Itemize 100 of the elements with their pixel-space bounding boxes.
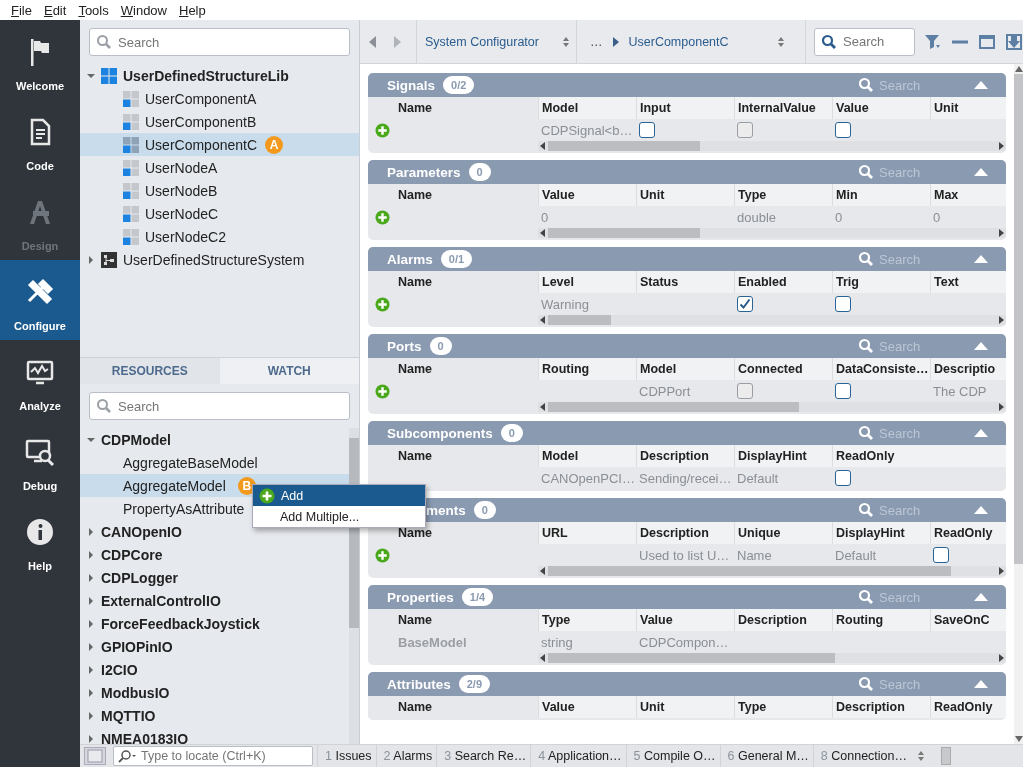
scroll-up-icon[interactable] — [1014, 66, 1023, 72]
column-header[interactable]: SaveOnC — [930, 609, 1006, 631]
collapsed-arrow-icon[interactable] — [87, 734, 95, 743]
collapsed-arrow-icon[interactable] — [87, 255, 95, 264]
tree-item[interactable]: UserNodeA — [80, 156, 359, 179]
scrollbar[interactable] — [538, 141, 1006, 151]
collapsed-arrow-icon[interactable] — [87, 642, 95, 651]
column-header[interactable]: Description — [832, 696, 930, 718]
collapsed-arrow-icon[interactable] — [87, 527, 95, 536]
scroll-right-icon[interactable] — [998, 567, 1004, 575]
column-header[interactable]: InternalValue — [734, 97, 832, 119]
scroll-right-icon[interactable] — [998, 403, 1004, 411]
search-icon[interactable] — [858, 676, 874, 692]
column-header[interactable]: ReadOnly — [930, 696, 1006, 718]
tree-item[interactable]: CDPLogger — [80, 566, 349, 589]
add-icon[interactable] — [375, 296, 390, 312]
add-icon[interactable] — [375, 383, 390, 399]
search-field[interactable]: Search — [89, 392, 350, 420]
tree-item[interactable]: UserNodeB — [80, 179, 359, 202]
tree-item[interactable]: UserDefinedStructureLib — [80, 64, 359, 87]
checkbox[interactable] — [737, 296, 753, 312]
column-header[interactable]: Unique — [734, 522, 832, 544]
panel-tab[interactable]: WATCH — [219, 358, 359, 384]
column-header[interactable]: Description — [734, 609, 832, 631]
column-header[interactable]: Text — [930, 271, 1006, 293]
search-icon[interactable] — [858, 164, 874, 180]
scroll-right-icon[interactable] — [998, 316, 1004, 324]
collapse-arrow-icon[interactable] — [974, 680, 988, 688]
checkbox[interactable] — [933, 547, 949, 563]
menu-item[interactable]: File — [5, 2, 38, 18]
tree-item[interactable]: ForceFeedbackJoystick — [80, 612, 349, 635]
column-header[interactable]: Level — [538, 271, 636, 293]
column-header[interactable]: Description — [636, 445, 734, 467]
search-icon[interactable] — [858, 425, 874, 441]
scrollbar[interactable] — [941, 747, 952, 765]
tree-item[interactable]: AggregateBaseModel — [80, 451, 349, 474]
collapsed-arrow-icon[interactable] — [87, 711, 95, 720]
tree-item[interactable]: UserComponentC A — [80, 133, 359, 156]
menu-item[interactable]: Tools — [72, 2, 115, 18]
scrollbar[interactable] — [538, 228, 1006, 238]
panel-toggle-icon[interactable] — [84, 747, 106, 765]
column-header[interactable]: URL — [538, 522, 636, 544]
add-icon[interactable] — [375, 122, 390, 138]
column-header[interactable]: ReadOnly — [832, 445, 1006, 467]
search-icon[interactable] — [858, 251, 874, 267]
tree-item[interactable]: CDPModel — [80, 428, 349, 451]
scroll-left-icon[interactable] — [540, 316, 546, 324]
scrollbar[interactable] — [538, 566, 1006, 576]
column-header[interactable]: Model — [538, 445, 636, 467]
scroll-down-icon[interactable] — [1014, 736, 1023, 742]
column-header[interactable]: Type — [734, 184, 832, 206]
column-header[interactable]: ReadOnly — [930, 522, 1006, 544]
collapse-arrow-icon[interactable] — [974, 342, 988, 350]
tree-item[interactable]: I2CIO — [80, 658, 349, 681]
tree-item[interactable]: ModbusIO — [80, 681, 349, 704]
breadcrumb-dropdown[interactable]: … UserComponentC — [576, 19, 806, 64]
tree-item[interactable]: ExternalControlIO — [80, 589, 349, 612]
column-header[interactable]: Status — [636, 271, 734, 293]
expanded-arrow-icon[interactable] — [87, 435, 95, 444]
column-header[interactable]: Connected — [734, 358, 832, 380]
column-header[interactable]: Type — [538, 609, 636, 631]
search-icon[interactable] — [858, 502, 874, 518]
expanded-arrow-icon[interactable] — [87, 71, 95, 80]
configurator-dropdown[interactable]: System Configurator — [416, 19, 576, 64]
column-header[interactable]: Max — [930, 184, 1006, 206]
scroll-right-icon[interactable] — [998, 142, 1004, 150]
collapsed-arrow-icon[interactable] — [87, 573, 95, 582]
column-header[interactable]: Enabled — [734, 271, 832, 293]
scrollbar[interactable] — [538, 315, 1006, 325]
tree-item[interactable]: UserComponentB — [80, 110, 359, 133]
column-header[interactable]: Unit — [930, 97, 1006, 119]
add-icon[interactable] — [375, 209, 390, 225]
locate-field[interactable]: Type to locate (Ctrl+K) — [113, 746, 313, 766]
scroll-left-icon[interactable] — [540, 654, 546, 662]
column-header[interactable]: Trig — [832, 271, 930, 293]
collapse-arrow-icon[interactable] — [974, 506, 988, 514]
column-header[interactable]: Type — [734, 696, 832, 718]
add-icon[interactable] — [375, 547, 390, 563]
menu-item[interactable]: Help — [173, 2, 212, 18]
collapse-arrow-icon[interactable] — [974, 429, 988, 437]
collapse-arrow-icon[interactable] — [974, 81, 988, 89]
filter-icon[interactable] — [924, 32, 942, 51]
checkbox[interactable] — [835, 296, 851, 312]
tree-item[interactable]: UserDefinedStructureSystem — [80, 248, 359, 271]
collapse-arrow-icon[interactable] — [974, 255, 988, 263]
column-header[interactable]: Value — [636, 609, 734, 631]
collapsed-arrow-icon[interactable] — [87, 619, 95, 628]
search-icon[interactable] — [858, 338, 874, 354]
scroll-left-icon[interactable] — [540, 567, 546, 575]
column-header[interactable]: Min — [832, 184, 930, 206]
panel-tab[interactable]: RESOURCES — [80, 358, 220, 384]
forward-arrow-icon[interactable] — [392, 34, 402, 49]
collapsed-arrow-icon[interactable] — [87, 688, 95, 697]
back-arrow-icon[interactable] — [368, 34, 378, 49]
column-header[interactable]: Unit — [636, 696, 734, 718]
column-header[interactable]: Description — [636, 522, 734, 544]
nav-item[interactable]: Welcome — [0, 20, 80, 100]
tree-item[interactable]: MQTTIO — [80, 704, 349, 727]
column-header[interactable]: Unit — [636, 184, 734, 206]
checkbox[interactable] — [835, 383, 851, 399]
